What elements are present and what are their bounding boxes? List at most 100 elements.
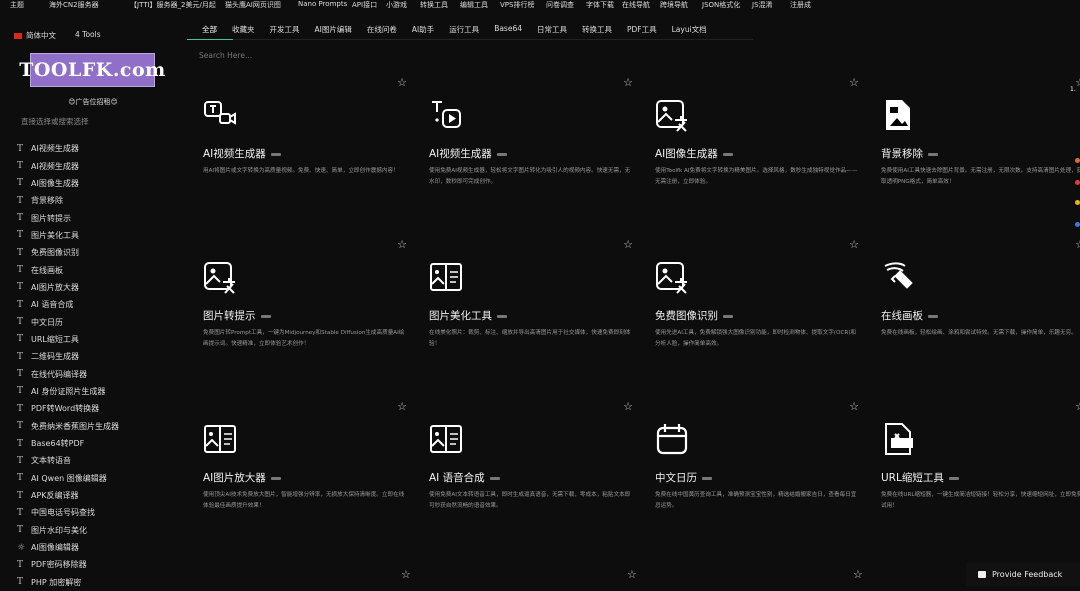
star-icon[interactable]: ☆ xyxy=(849,76,859,89)
star-icon[interactable]: ☆ xyxy=(1075,400,1080,413)
star-icon[interactable]: ☆ xyxy=(1075,238,1080,251)
side-widget-icon[interactable] xyxy=(1075,200,1080,205)
star-icon[interactable]: ☆ xyxy=(623,238,633,251)
tool-card[interactable]: ☆AI图片放大器使用顶尖AI技术免费放大图片，智能增强分辨率，无损放大保持清晰度… xyxy=(187,400,413,562)
tool-card[interactable]: ☆AI图像生成器使用Toolfk AI免费将文字转换为精美图片。选择风格，数秒生… xyxy=(639,76,865,238)
tab[interactable]: Layui文档 xyxy=(672,24,707,38)
tool-card[interactable]: ☆免费图像识别使用先进AI工具，免费解锁强大图像识别功能，即时检测物体、提取文字… xyxy=(639,238,865,400)
side-widget-icon[interactable] xyxy=(1075,158,1080,163)
sidebar-tool-list: TAI视频生成器TAI视频生成器TAI图像生成器T背景移除T图片转提示T图片美化… xyxy=(12,140,119,591)
tool-card[interactable]: ☆图片转提示免费图片转Prompt工具，一键为Midjourney和Stable… xyxy=(187,238,413,400)
search-input[interactable]: Search Here... xyxy=(199,51,252,60)
sidebar-item[interactable]: ☼AI图像编辑器 xyxy=(12,539,119,556)
top-nav-link[interactable]: 【JTTI】服务器_2美元/月起 xyxy=(130,0,216,10)
sidebar-item[interactable]: TPHP 加密解密 xyxy=(12,574,119,591)
tool-card[interactable]: ☆AI视频生成器用AI将图片或文字转换为高质量视频。免费、快速、简单，立即创作震… xyxy=(187,76,413,238)
top-nav-link[interactable]: VPS排行榜 xyxy=(500,0,534,10)
tool-card-title: AI图像生成器 xyxy=(655,146,733,161)
tab[interactable]: 日常工具 xyxy=(537,24,567,38)
sidebar-item[interactable]: T免费图像识别 xyxy=(12,244,119,261)
tool-card[interactable]: ☆在线画板免费在线画板，轻松绘画、涂鸦和尝试特效。无需下载，操作简单，乐趣无穷。 xyxy=(865,238,1080,400)
star-icon[interactable]: ☆ xyxy=(623,76,633,89)
top-nav-link[interactable]: Nano Prompts xyxy=(298,0,347,8)
logo[interactable]: TOOLFK.com xyxy=(30,53,155,87)
tab[interactable]: PDF工具 xyxy=(627,24,657,38)
tool-card[interactable]: ☆AI 语音合成使用免费AI文本转语音工具，即时生成逼真语音，无需下载，零成本，… xyxy=(413,400,639,562)
sidebar-item[interactable]: TAI 语音合成 xyxy=(12,296,119,313)
top-nav-link[interactable]: 猫头鹰AI网页识图 xyxy=(225,0,281,10)
sidebar-item[interactable]: TAPK反编译器 xyxy=(12,487,119,504)
star-icon[interactable]: ☆ xyxy=(623,400,633,413)
tool-card-description: 使用顶尖AI技术免费放大图片，智能增强分辨率，无损放大保持清晰度。立即在线体验最… xyxy=(203,490,409,511)
side-widget-icon[interactable] xyxy=(1075,180,1080,185)
top-nav-link[interactable]: 字体下载 xyxy=(586,0,614,10)
sidebar-item[interactable]: TAI图片放大器 xyxy=(12,279,119,296)
sidebar-search-input[interactable]: 直接选择或搜索选择 xyxy=(21,116,89,127)
top-nav-link[interactable]: 海外CN2服务器 xyxy=(49,0,99,10)
tab[interactable]: 开发工具 xyxy=(270,24,300,38)
sidebar-item[interactable]: T中文日历 xyxy=(12,313,119,330)
tab[interactable]: 运行工具 xyxy=(449,24,479,38)
sidebar-item[interactable]: T在线代码编译器 xyxy=(12,365,119,382)
tab[interactable]: 全部 xyxy=(202,24,217,38)
sidebar-item[interactable]: T文本转语音 xyxy=(12,452,119,469)
sidebar-item[interactable]: TPDF密码移除器 xyxy=(12,556,119,573)
tool-card[interactable]: ☆图片美化工具在线美化照片：裁剪、标注、缩放并导出高清图片用于社交媒体，快速免费… xyxy=(413,238,639,400)
top-nav-link[interactable]: 跨境导航 xyxy=(660,0,688,10)
tab[interactable]: 在线问卷 xyxy=(367,24,397,38)
star-icon[interactable]: ☆ xyxy=(397,238,407,251)
sidebar-item[interactable]: T在线画板 xyxy=(12,261,119,278)
tools-count[interactable]: 4 Tools xyxy=(75,30,101,39)
badge-icon xyxy=(723,153,733,156)
star-icon[interactable]: ☆ xyxy=(849,400,859,413)
sidebar-item[interactable]: TAI视频生成器 xyxy=(12,157,119,174)
language-selector[interactable]: 简体中文 xyxy=(14,30,56,41)
sidebar-item[interactable]: T免费纳米香蕉图片生成器 xyxy=(12,418,119,435)
tool-card[interactable]: ☆URL缩短工具免费在线URL缩短器，一键生成简洁短链接！轻松分享，快速缩短网址… xyxy=(865,400,1080,562)
sidebar-item[interactable]: T图片水印与美化 xyxy=(12,522,119,539)
sidebar-item[interactable]: TAI 身份证照片生成器 xyxy=(12,383,119,400)
tool-card-description: 使用先进AI工具，免费解锁强大图像识别功能，即时检测物体、提取文字(OCR)和分… xyxy=(655,328,861,349)
star-icon[interactable]: ☆ xyxy=(397,76,407,89)
top-nav-link[interactable]: 编辑工具 xyxy=(460,0,488,10)
tab[interactable]: Base64 xyxy=(494,24,522,38)
sidebar-item[interactable]: T中国电话号码查找 xyxy=(12,504,119,521)
sidebar-item[interactable]: T背景移除 xyxy=(12,192,119,209)
sidebar-item[interactable]: TAI视频生成器 xyxy=(12,140,119,157)
tool-card[interactable]: ☆AI视频生成器使用免费AI视频生成器，轻松将文字图片转化为吸引人的视频内容。快… xyxy=(413,76,639,238)
star-icon[interactable]: ☆ xyxy=(849,238,859,251)
book-image-icon xyxy=(429,260,463,294)
tab[interactable]: AI图片编辑 xyxy=(315,24,352,38)
star-icon[interactable]: ☆ xyxy=(397,400,407,413)
top-nav-link[interactable]: 问卷调查 xyxy=(546,0,574,10)
sidebar-item[interactable]: T二维码生成器 xyxy=(12,348,119,365)
tool-card[interactable]: ☆背景移除免费使用AI工具快速去除图片背景。无需注册，无限次数。支持高清图片处理… xyxy=(865,76,1080,238)
top-nav-link[interactable]: 注册成 xyxy=(790,0,811,10)
top-nav-link[interactable]: 转换工具 xyxy=(420,0,448,10)
main-content: 全部 收藏夹 开发工具 AI图片编辑 在线问卷 AI助手 运行工具 Base64 日常工具 转换工… xyxy=(187,10,1080,586)
sidebar-item[interactable]: TAI图像生成器 xyxy=(12,175,119,192)
tab[interactable]: 转换工具 xyxy=(582,24,612,38)
sidebar-item[interactable]: T图片美化工具 xyxy=(12,227,119,244)
tab[interactable]: AI助手 xyxy=(412,24,434,38)
ad-banner[interactable]: 😊广告位招租😊 xyxy=(0,97,186,107)
feedback-button[interactable]: Provide Feedback xyxy=(966,562,1080,586)
sidebar-item[interactable]: TURL缩短工具 xyxy=(12,331,119,348)
top-nav-link[interactable]: 小游戏 xyxy=(386,0,407,10)
top-nav-link[interactable]: 主题 xyxy=(10,0,24,10)
top-nav-link[interactable]: JS混淆 xyxy=(752,0,773,10)
sidebar-item[interactable]: TAI Qwen 图像编辑器 xyxy=(12,470,119,487)
book-image-icon xyxy=(203,422,237,456)
sidebar-item[interactable]: T图片转提示 xyxy=(12,209,119,226)
top-nav-link[interactable]: 在线导航 xyxy=(622,0,650,10)
image-text-icon xyxy=(655,98,689,132)
top-nav-link[interactable]: API接口 xyxy=(352,0,377,10)
sidebar-item[interactable]: TBase64转PDF xyxy=(12,435,119,452)
tab[interactable]: 收藏夹 xyxy=(232,24,255,38)
brush-icon xyxy=(881,260,915,294)
tool-card[interactable]: ☆中文日历免费在线中国黄历查询工具，准确预测宝宝性别，精选结婚搬家吉日，查看每日… xyxy=(639,400,865,562)
top-nav-link[interactable]: JSON格式化 xyxy=(702,0,740,10)
tool-card-title-text: AI视频生成器 xyxy=(203,148,266,160)
sidebar-item[interactable]: TPDF转Word转换器 xyxy=(12,400,119,417)
side-widget-icon[interactable] xyxy=(1075,222,1080,227)
